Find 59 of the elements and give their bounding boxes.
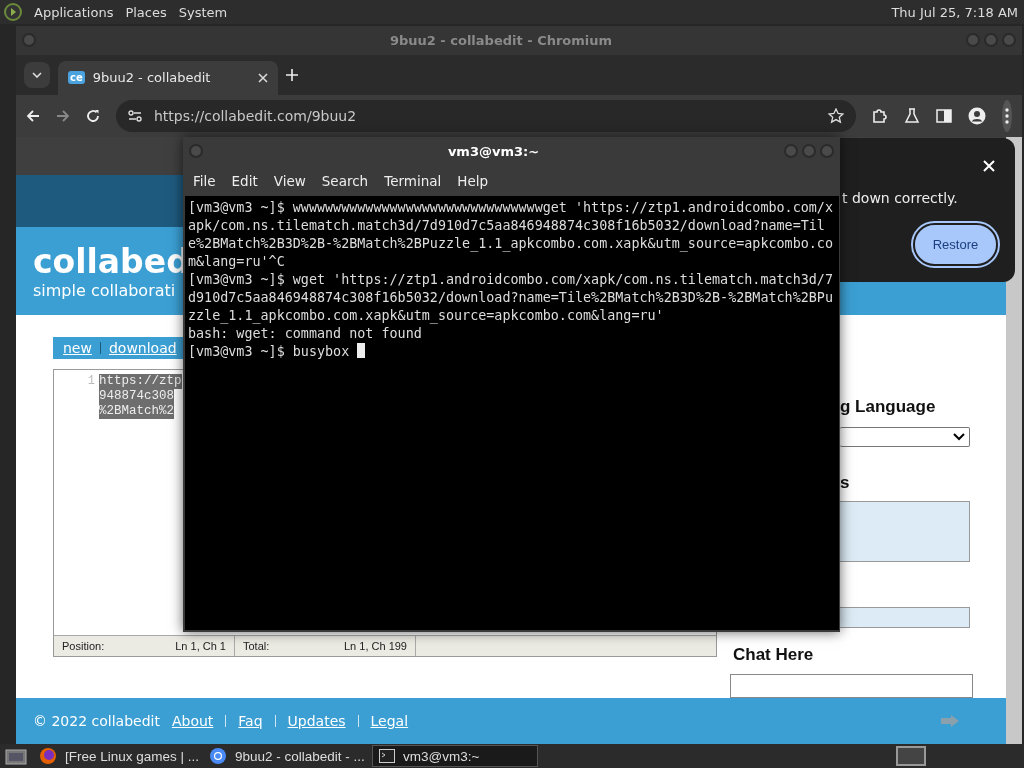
panel-menu[interactable]: Applications <box>34 4 114 20</box>
window-title: vm3@vm3:~ <box>446 143 541 159</box>
status-label: Total: <box>243 640 270 652</box>
menu-item[interactable]: Search <box>313 172 377 189</box>
browser-icon <box>209 747 227 765</box>
side-panel-icon[interactable] <box>936 107 952 124</box>
restore-button[interactable]: Restore <box>913 223 998 266</box>
terminal-line: [vm3@vm3 ~]$ wwwwwwwwwwwwwwwwwwwwwwwwwwwwwwwget 'https://ztp1.androidcombo.com/xapk/com.ns.tilematch.match3d/7d910d7c5aa846948874c308f16b5032/download?name=Tile%2BMatch%2B3D%2B-%2BMatch%2BPuzzle_1.1_apkcombo.com.xapk&utm_source=apkcombo.com&lang=ru'^C <box>188 199 834 271</box>
menu-item[interactable]: Help <box>449 172 497 189</box>
status-label: Position: <box>62 640 105 652</box>
clock[interactable]: Thu Jul 25, 7:18 AM <box>891 4 1020 20</box>
address-bar[interactable]: https://collabedit.com/9buu2 <box>116 99 856 132</box>
section-heading: Chat Here <box>732 645 815 665</box>
input-field[interactable] <box>840 607 970 628</box>
terminal-line: bash: wget: command not found <box>188 325 423 343</box>
menu-item[interactable]: Terminal <box>376 172 450 189</box>
section-heading: g Language <box>839 397 937 417</box>
favicon: ce <box>68 71 85 85</box>
workspace-switcher[interactable] <box>896 746 926 766</box>
profile-icon[interactable] <box>968 106 986 125</box>
line-number: 1 <box>86 374 95 388</box>
taskbar-button[interactable]: vm3@vm3:~ <box>372 745 538 767</box>
menu-item[interactable]: View <box>265 172 314 189</box>
logo-icon[interactable] <box>4 3 22 21</box>
chat-input[interactable] <box>730 674 973 698</box>
status-value: Ln 1, Ch 1 <box>175 640 226 652</box>
status-value: Ln 1, Ch 199 <box>344 640 407 652</box>
menu-item[interactable]: File <box>185 172 224 189</box>
forward-icon[interactable] <box>56 108 70 123</box>
taskbar-button[interactable]: [Free Linux games | ... <box>32 745 198 767</box>
browser-tab[interactable]: ce 9buu2 - collabedit <box>58 60 278 95</box>
terminal-icon <box>379 749 395 763</box>
menu-item[interactable]: Edit <box>223 172 266 189</box>
star-icon[interactable] <box>828 107 844 124</box>
reload-icon[interactable] <box>86 108 100 123</box>
show-desktop-icon[interactable] <box>4 746 28 766</box>
language-select[interactable] <box>840 427 970 447</box>
close-icon[interactable] <box>258 72 268 83</box>
panel-menu[interactable]: Places <box>125 4 167 20</box>
flask-icon[interactable] <box>904 107 920 124</box>
globe-icon <box>39 747 57 765</box>
taskbar-button[interactable]: 9buu2 - collabedit - ... <box>202 745 368 767</box>
copyright: © 2022 collabedit <box>33 713 160 729</box>
menu-icon[interactable] <box>1002 99 1012 132</box>
text-cursor <box>357 343 366 358</box>
url-text: https://collabedit.com/9buu2 <box>154 107 358 124</box>
chevron-down-icon <box>32 71 42 78</box>
panel-menu[interactable]: System <box>178 4 228 20</box>
tagline: simple collaborati <box>33 280 176 300</box>
tab-list-button[interactable] <box>24 61 50 88</box>
back-icon[interactable] <box>26 108 40 123</box>
window-title: 9buu2 - collabedit - Chromium <box>388 32 614 48</box>
new-tab-icon[interactable] <box>286 68 298 81</box>
chevron-down-icon <box>953 433 965 441</box>
popup-message: t down correctly. <box>842 190 958 206</box>
section-heading: s <box>839 473 851 493</box>
site-settings-icon[interactable] <box>128 109 142 122</box>
puzzle-icon[interactable] <box>872 107 888 124</box>
terminal-line: [vm3@vm3 ~]$ busybox <box>188 343 836 361</box>
